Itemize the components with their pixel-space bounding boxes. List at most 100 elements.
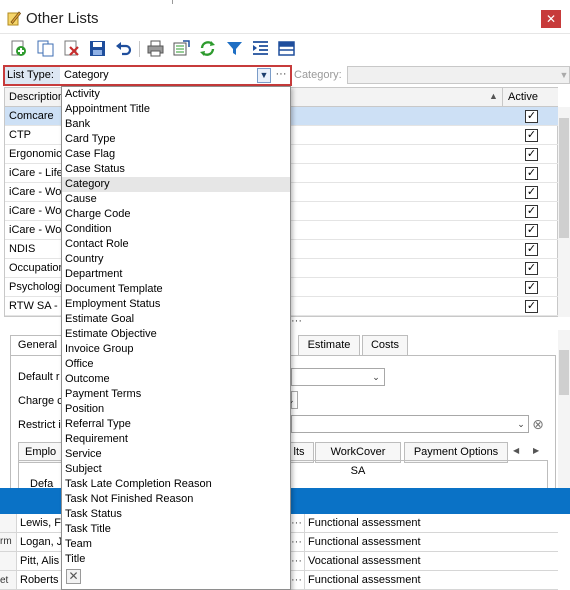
subtab-prev-icon[interactable]: ◀: [513, 446, 519, 455]
result-name: Lewis, F: [20, 517, 61, 529]
result-name: Roberts: [20, 574, 59, 586]
row-description: CTP: [9, 129, 31, 141]
subtab-next-icon[interactable]: ▶: [533, 446, 539, 455]
active-checkbox[interactable]: ✓: [525, 262, 538, 275]
row-description: RTW SA -: [9, 300, 58, 312]
dropdown-item[interactable]: Estimate Objective: [62, 327, 290, 342]
result-more-button[interactable]: ···: [291, 536, 302, 548]
dropdown-item[interactable]: Category: [62, 177, 290, 192]
tab-estimate[interactable]: Estimate: [298, 335, 360, 356]
row-description: iCare - Life: [9, 167, 63, 179]
row-description: Ergonomics: [9, 148, 68, 160]
active-checkbox[interactable]: ✓: [525, 110, 538, 123]
active-checkbox[interactable]: ✓: [525, 148, 538, 161]
result-service: Functional assessment: [308, 536, 421, 548]
filter-icon[interactable]: [225, 39, 244, 58]
dropdown-item[interactable]: Outcome: [62, 372, 290, 387]
add-icon[interactable]: [9, 39, 28, 58]
category-combo[interactable]: [347, 66, 570, 84]
dropdown-item[interactable]: Country: [62, 252, 290, 267]
active-checkbox[interactable]: ✓: [525, 243, 538, 256]
category-dropdown-button[interactable]: ▼: [558, 67, 570, 83]
column-header-active[interactable]: Active: [508, 91, 538, 103]
edit-list-icon: [7, 10, 22, 26]
export-icon[interactable]: [172, 39, 191, 58]
dropdown-item[interactable]: Office: [62, 357, 290, 372]
delete-icon[interactable]: [62, 39, 81, 58]
dropdown-item[interactable]: Payment Terms: [62, 387, 290, 402]
dropdown-item[interactable]: Case Status: [62, 162, 290, 177]
active-checkbox[interactable]: ✓: [525, 300, 538, 313]
dropdown-item[interactable]: Referral Type: [62, 417, 290, 432]
row-description: Occupation: [9, 262, 65, 274]
active-checkbox[interactable]: ✓: [525, 186, 538, 199]
dropdown-item[interactable]: Estimate Goal: [62, 312, 290, 327]
dropdown-item[interactable]: Department: [62, 267, 290, 282]
layout-icon[interactable]: [277, 39, 296, 58]
result-more-button[interactable]: ···: [291, 517, 302, 529]
list-type-value[interactable]: Category: [64, 69, 109, 81]
window-title: Other Lists: [26, 10, 99, 27]
dropdown-item[interactable]: Team: [62, 537, 290, 552]
grid-scroll-thumb[interactable]: [559, 118, 569, 238]
active-checkbox[interactable]: ✓: [525, 224, 538, 237]
list-type-more-button[interactable]: ···: [274, 68, 288, 83]
list-type-label: List Type:: [7, 69, 54, 81]
dropdown-item[interactable]: Task Title: [62, 522, 290, 537]
copy-icon[interactable]: [36, 39, 55, 58]
panel-scroll-thumb[interactable]: [559, 350, 569, 395]
close-button[interactable]: ✕: [541, 10, 561, 28]
dropdown-item[interactable]: Contact Role: [62, 237, 290, 252]
window-edge: [172, 0, 173, 4]
undo-icon[interactable]: [114, 39, 133, 58]
indent-icon[interactable]: [251, 39, 270, 58]
active-checkbox[interactable]: ✓: [525, 129, 538, 142]
result-service: Vocational assessment: [308, 555, 421, 567]
result-more-button[interactable]: ···: [291, 555, 302, 567]
active-checkbox[interactable]: ✓: [525, 281, 538, 294]
default-field-label: Default r: [18, 371, 60, 383]
column-header-description[interactable]: Description: [9, 91, 64, 103]
dropdown-item[interactable]: Title: [62, 552, 290, 567]
save-icon[interactable]: [88, 39, 107, 58]
restrict-combo[interactable]: [291, 415, 529, 433]
dropdown-item[interactable]: Document Template: [62, 282, 290, 297]
list-type-dropdown-button[interactable]: ▼: [257, 68, 271, 83]
dropdown-item[interactable]: Position: [62, 402, 290, 417]
active-checkbox[interactable]: ✓: [525, 167, 538, 180]
column-divider: [502, 88, 503, 107]
dropdown-item[interactable]: Task Status: [62, 507, 290, 522]
dropdown-item[interactable]: Task Not Finished Reason: [62, 492, 290, 507]
chevron-down-icon[interactable]: ⌄: [369, 369, 383, 385]
dropdown-item[interactable]: Invoice Group: [62, 342, 290, 357]
result-service: Functional assessment: [308, 517, 421, 529]
result-name: Pitt, Alis: [20, 555, 60, 567]
chevron-down-icon[interactable]: ⌄: [514, 416, 528, 432]
print-icon[interactable]: [146, 39, 165, 58]
active-checkbox[interactable]: ✓: [525, 205, 538, 218]
clear-icon[interactable]: ⊗: [530, 416, 546, 432]
dropdown-item[interactable]: Subject: [62, 462, 290, 477]
dropdown-item[interactable]: Card Type: [62, 132, 290, 147]
tab-general[interactable]: General: [10, 335, 65, 356]
dropdown-item[interactable]: Cause: [62, 192, 290, 207]
dropdown-item[interactable]: Task Late Completion Reason: [62, 477, 290, 492]
tab-costs[interactable]: Costs: [362, 335, 408, 356]
dropdown-item[interactable]: Activity: [62, 87, 290, 102]
sort-ascending-icon: ▲: [489, 91, 498, 101]
dropdown-item[interactable]: Employment Status: [62, 297, 290, 312]
dropdown-item[interactable]: Requirement: [62, 432, 290, 447]
row-description: NDIS: [9, 243, 36, 255]
dropdown-item[interactable]: Bank: [62, 117, 290, 132]
splitter-grip[interactable]: ···: [291, 315, 302, 327]
refresh-icon[interactable]: [198, 39, 217, 58]
row-description: Psychologic: [9, 281, 68, 293]
result-more-button[interactable]: ···: [291, 574, 302, 586]
result-service: Functional assessment: [308, 574, 421, 586]
clear-selection-button[interactable]: ✕: [66, 569, 81, 584]
dropdown-item[interactable]: Appointment Title: [62, 102, 290, 117]
dropdown-item[interactable]: Service: [62, 447, 290, 462]
dropdown-item[interactable]: Case Flag: [62, 147, 290, 162]
dropdown-item[interactable]: Charge Code: [62, 207, 290, 222]
dropdown-item[interactable]: Condition: [62, 222, 290, 237]
